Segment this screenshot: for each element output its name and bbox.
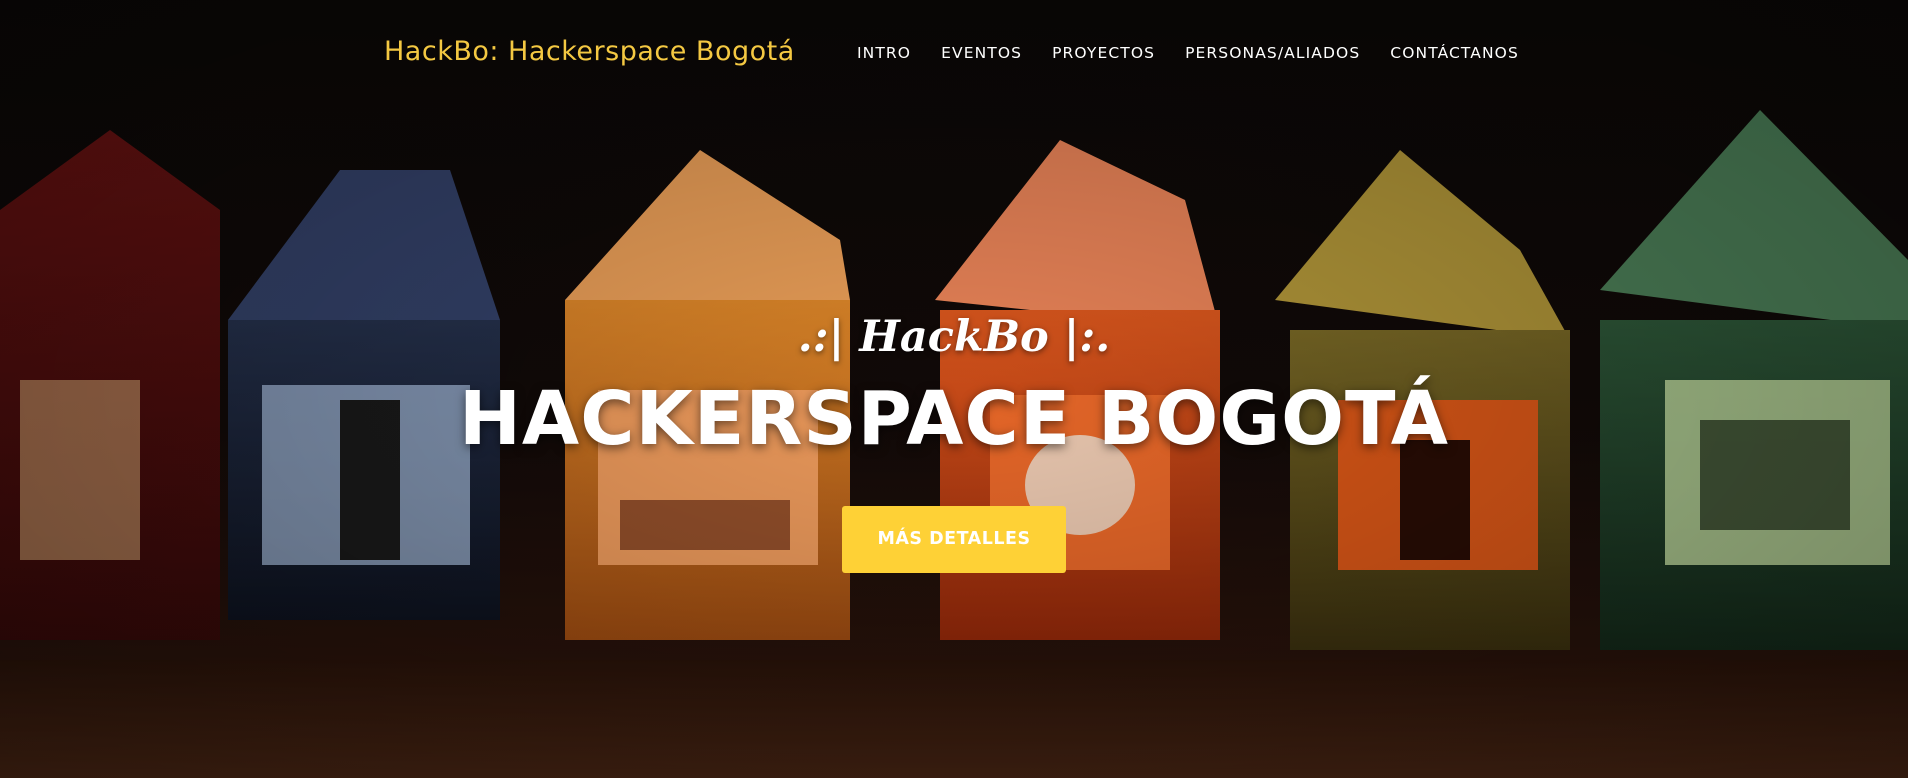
- mas-detalles-button[interactable]: MÁS DETALLES: [842, 506, 1066, 573]
- nav-item-eventos[interactable]: EVENTOS: [926, 44, 1037, 62]
- hero-content: .:| HackBo |:. HACKERSPACE BOGOTÁ MÁS DE…: [0, 310, 1908, 573]
- nav-item-personas-aliados[interactable]: PERSONAS/ALIADOS: [1170, 44, 1375, 62]
- hero-section: HackBo: Hackerspace Bogotá INTRO EVENTOS…: [0, 0, 1908, 778]
- hero-heading: HACKERSPACE BOGOTÁ: [459, 376, 1449, 462]
- hero-subheading: .:| HackBo |:.: [797, 312, 1111, 362]
- nav-item-proyectos[interactable]: PROYECTOS: [1037, 44, 1170, 62]
- nav-item-contactanos[interactable]: CONTÁCTANOS: [1375, 44, 1534, 62]
- brand-logo-link[interactable]: HackBo: Hackerspace Bogotá: [384, 36, 795, 67]
- navbar: HackBo: Hackerspace Bogotá INTRO EVENTOS…: [0, 0, 1908, 108]
- nav-menu: INTRO EVENTOS PROYECTOS PERSONAS/ALIADOS…: [842, 44, 1534, 62]
- nav-item-intro[interactable]: INTRO: [842, 44, 926, 62]
